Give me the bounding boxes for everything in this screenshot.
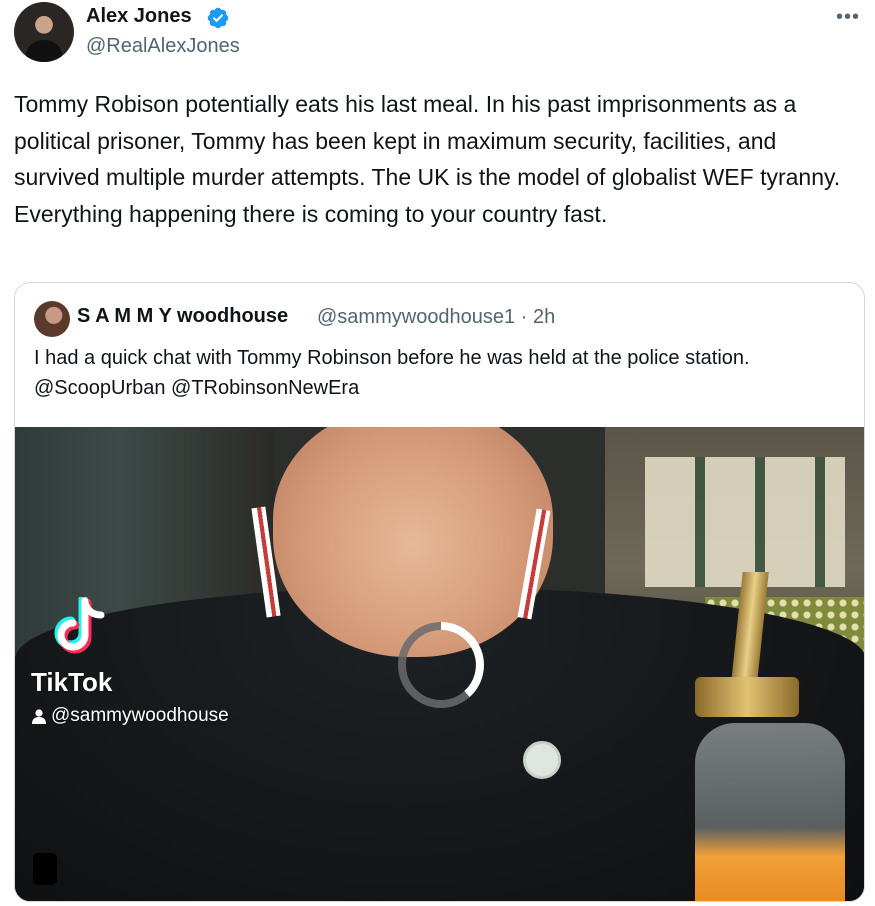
quote-text: I had a quick chat with Tommy Robinson b…	[34, 347, 750, 399]
quote-author-handle[interactable]: @sammywoodhouse1 · 2h	[317, 306, 555, 329]
author-name[interactable]: Alex Jones	[86, 5, 192, 28]
tiktok-watermark-user: @sammywoodhouse	[51, 705, 229, 726]
tiktok-watermark-brand: TikTok	[31, 667, 113, 697]
tweet-text: Tommy Robison potentially eats his last …	[14, 91, 841, 227]
loading-spinner-icon	[398, 622, 484, 708]
tiktok-logo-icon	[54, 597, 105, 654]
video-background-window	[645, 457, 845, 587]
video-bottle-cap	[695, 677, 799, 717]
verified-badge-icon	[207, 7, 229, 29]
quote-author-avatar[interactable]	[34, 301, 70, 337]
quoted-tweet-card[interactable]: S A M M Y woodhouse @sammywoodhouse1 · 2…	[14, 282, 865, 902]
author-avatar[interactable]	[14, 2, 74, 62]
user-icon	[32, 709, 46, 724]
video-player[interactable]: TikTok @sammywoodhouse	[15, 427, 864, 901]
video-shirt-badge	[523, 741, 561, 779]
author-handle[interactable]: @RealAlexJones	[86, 35, 240, 58]
quote-author-name[interactable]: S A M M Y woodhouse	[77, 305, 288, 328]
video-control-button[interactable]	[33, 853, 57, 885]
more-horizontal-icon[interactable]: •••	[836, 6, 860, 29]
video-bottle	[695, 723, 845, 901]
